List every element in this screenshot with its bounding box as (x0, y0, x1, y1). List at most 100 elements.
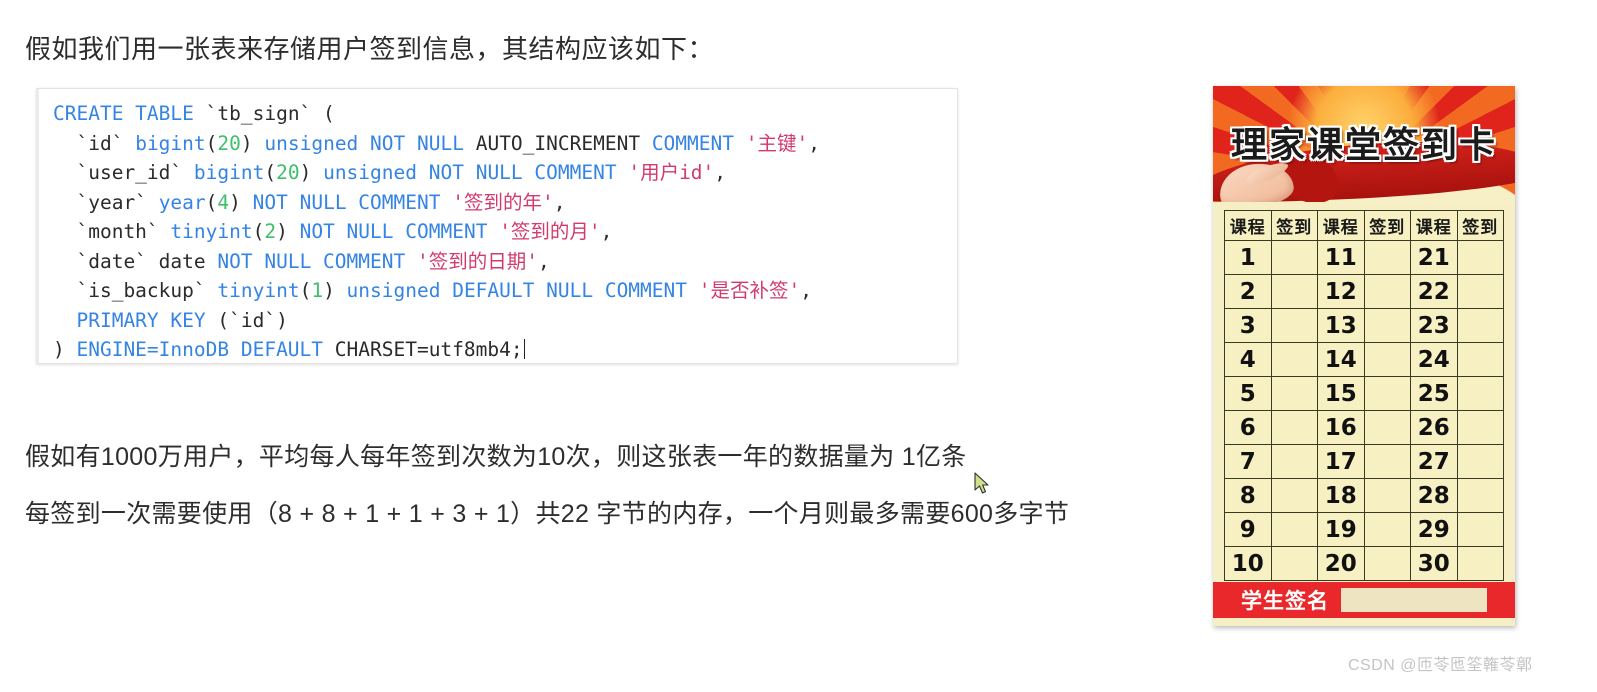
code-token: `id` (229, 308, 277, 332)
signin-checkbox-cell[interactable] (1456, 512, 1504, 547)
code-token: , (537, 249, 550, 273)
course-number-cell: 29 (1410, 512, 1458, 547)
code-token: date (146, 249, 218, 273)
attendance-card: 理家课堂签到卡 课程 签到 课程 签到 课程 签到 1 11 21 2 12 22 3 13 23 4 14 24… (1213, 86, 1515, 626)
code-token: , (800, 279, 812, 302)
signin-checkbox-cell[interactable] (1456, 478, 1504, 513)
code-token: PRIMARY KEY (76, 308, 206, 332)
signin-checkbox-cell[interactable] (1363, 444, 1411, 479)
attendance-grid-wrapper: 课程 签到 课程 签到 课程 签到 1 11 21 2 12 22 3 13 23 4 14 24 5 15 25 6 16… (1224, 210, 1504, 581)
code-token: unsigned NOT NULL (264, 131, 464, 155)
code-token: year (158, 190, 206, 214)
column-header: 签到 (1363, 210, 1411, 241)
code-token: ) (229, 190, 253, 214)
code-token: ) (53, 338, 77, 361)
code-token: ( (205, 308, 230, 332)
code-token: ) (323, 279, 347, 302)
code-token: `is_backup` (76, 279, 206, 302)
course-number-cell: 5 (1224, 376, 1272, 411)
signin-checkbox-cell[interactable] (1270, 274, 1318, 309)
code-token: ( (264, 161, 277, 184)
explanation-paragraph-1: 假如有1000万用户，平均每人每年签到次数为10次，则这张表一年的数据量为 1亿… (25, 443, 967, 471)
course-number-cell: 8 (1224, 478, 1272, 513)
code-token: , (600, 220, 613, 243)
signin-checkbox-cell[interactable] (1270, 410, 1318, 445)
signin-checkbox-cell[interactable] (1363, 342, 1411, 377)
table-header-row: 课程 签到 课程 签到 课程 签到 (1224, 210, 1504, 241)
signin-checkbox-cell[interactable] (1270, 376, 1318, 411)
course-number-cell: 19 (1317, 512, 1365, 547)
course-number-cell: 6 (1224, 410, 1272, 445)
course-number-cell: 24 (1410, 342, 1458, 377)
code-token: 2 (264, 220, 277, 243)
course-number-cell: 23 (1410, 308, 1458, 343)
course-number-cell: 27 (1410, 444, 1458, 479)
course-number-cell: 26 (1410, 410, 1458, 445)
signin-checkbox-cell[interactable] (1456, 546, 1504, 581)
column-header: 课程 (1224, 210, 1272, 241)
signin-checkbox-cell[interactable] (1363, 274, 1411, 309)
code-token: ( (311, 102, 335, 125)
code-token: NOT NULL COMMENT (217, 249, 406, 273)
sql-code-text[interactable]: CREATE TABLE `tb_sign` ( `id` bigint(20)… (53, 99, 945, 363)
column-header: 课程 (1317, 210, 1365, 241)
signin-checkbox-cell[interactable] (1456, 444, 1504, 479)
signin-checkbox-cell[interactable] (1456, 342, 1504, 377)
watermark-text: CSDN @匝苓匜筌雗苓鄣 (1348, 657, 1533, 674)
signin-checkbox-cell[interactable] (1270, 240, 1318, 275)
csdn-watermark: CSDN @匝苓匜筌雗苓鄣 (1348, 651, 1533, 675)
course-number-cell: 9 (1224, 512, 1272, 547)
signature-write-area[interactable] (1341, 588, 1487, 612)
signin-checkbox-cell[interactable] (1363, 512, 1411, 547)
signin-checkbox-cell[interactable] (1363, 410, 1411, 445)
code-token: ) (240, 131, 265, 155)
sql-code-block[interactable]: CREATE TABLE `tb_sign` ( `id` bigint(20)… (36, 88, 958, 364)
signin-checkbox-cell[interactable] (1270, 546, 1318, 581)
signin-checkbox-cell[interactable] (1270, 308, 1318, 343)
code-token: `date` (76, 249, 147, 273)
signin-checkbox-cell[interactable] (1363, 546, 1411, 581)
code-token: tinyint (217, 279, 300, 302)
course-number-cell: 21 (1410, 240, 1458, 275)
signin-checkbox-cell[interactable] (1363, 478, 1411, 513)
card-title: 理家课堂签到卡 (1230, 125, 1497, 166)
signin-checkbox-cell[interactable] (1456, 308, 1504, 343)
code-token: COMMENT (651, 131, 734, 155)
column-header: 签到 (1456, 210, 1504, 241)
course-number-cell: 1 (1224, 240, 1272, 275)
text-caret (523, 339, 525, 359)
signin-checkbox-cell[interactable] (1456, 240, 1504, 275)
code-token: ( (205, 131, 218, 155)
signin-checkbox-cell[interactable] (1363, 240, 1411, 275)
signature-bar: 学生签名 (1213, 582, 1515, 618)
signin-checkbox-cell[interactable] (1270, 342, 1318, 377)
signin-checkbox-cell[interactable] (1456, 410, 1504, 445)
signin-checkbox-cell[interactable] (1270, 512, 1318, 547)
signin-checkbox-cell[interactable] (1270, 478, 1318, 513)
code-token: unsigned DEFAULT NULL COMMENT (346, 279, 688, 302)
signin-checkbox-cell[interactable] (1363, 376, 1411, 411)
column-header: 课程 (1410, 210, 1458, 241)
course-number-cell: 2 (1224, 274, 1272, 309)
table-row: 9 19 29 (1224, 512, 1504, 547)
signin-checkbox-cell[interactable] (1270, 444, 1318, 479)
course-number-cell: 18 (1317, 478, 1365, 513)
signin-checkbox-cell[interactable] (1363, 308, 1411, 343)
signin-checkbox-cell[interactable] (1456, 274, 1504, 309)
signin-checkbox-cell[interactable] (1456, 376, 1504, 411)
mouse-pointer-icon (974, 472, 989, 494)
table-row: 5 15 25 (1224, 376, 1504, 411)
course-number-cell: 30 (1410, 546, 1458, 581)
code-token: NOT NULL COMMENT (252, 190, 441, 214)
code-token: CHARSET=utf8mb4; (323, 338, 523, 361)
table-row: 4 14 24 (1224, 342, 1504, 377)
